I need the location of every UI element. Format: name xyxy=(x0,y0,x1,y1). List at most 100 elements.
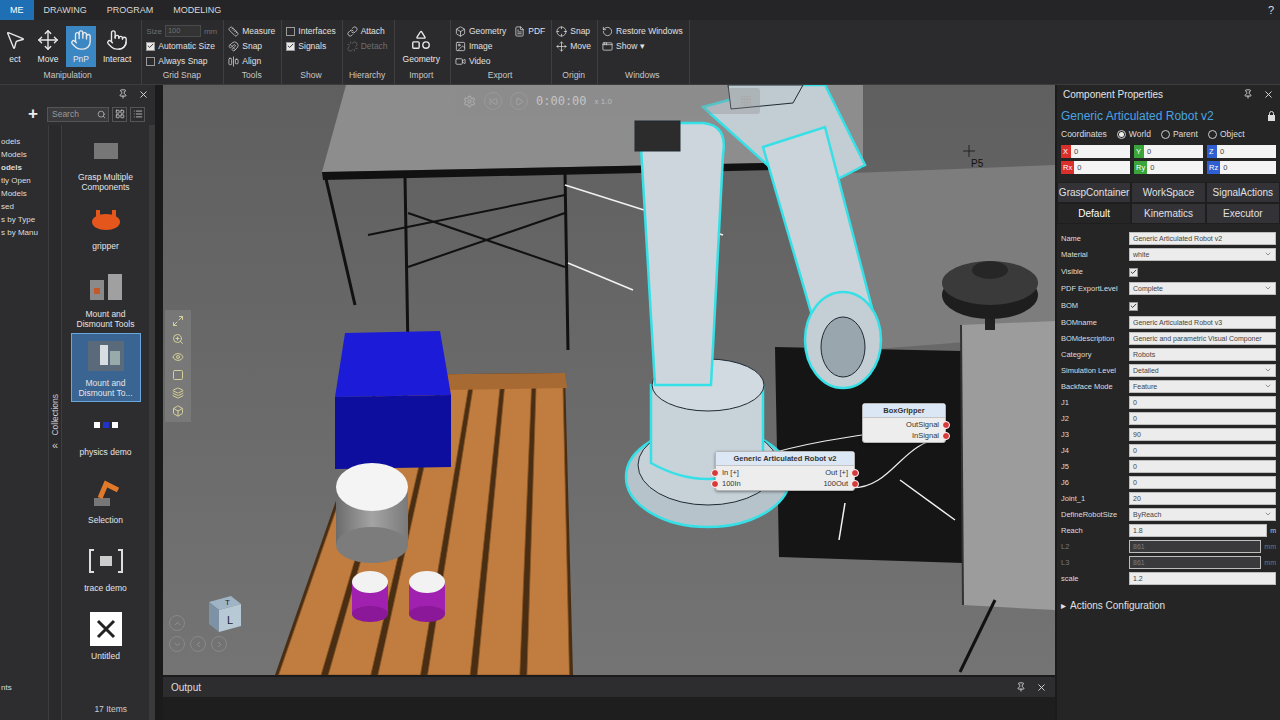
nav-left[interactable] xyxy=(190,636,206,652)
property-field[interactable]: 90 xyxy=(1129,428,1276,441)
ribbon-button[interactable]: PnP xyxy=(66,26,96,67)
ribbon-button[interactable]: Geometry xyxy=(399,26,444,67)
pallet[interactable] xyxy=(275,373,573,675)
coordinate-field[interactable]: Z0 xyxy=(1207,145,1276,158)
ribbon-small-button[interactable]: Restore Windows xyxy=(602,26,683,37)
output-pin[interactable]: OutSignal xyxy=(906,420,950,429)
coordinate-field[interactable]: Rx0 xyxy=(1061,161,1130,174)
ribbon-small-button[interactable]: Align xyxy=(228,56,275,67)
tree-item[interactable]: sed xyxy=(1,200,48,213)
blue-box[interactable] xyxy=(335,331,451,469)
property-tab[interactable]: WorkSpace xyxy=(1131,182,1205,203)
sim-speed[interactable]: x 1.0 xyxy=(595,97,612,106)
zoom-icon[interactable] xyxy=(172,333,184,345)
ribbon-tab[interactable]: PROGRAM xyxy=(97,0,164,20)
ribbon-small-button[interactable]: Move xyxy=(556,41,591,52)
property-field[interactable]: 0 xyxy=(1129,396,1276,409)
ribbon-tab[interactable]: ME xyxy=(0,0,34,20)
scene-3d[interactable]: P5 xyxy=(163,85,1055,675)
property-checkbox[interactable] xyxy=(1129,296,1276,314)
list-view-button[interactable] xyxy=(130,107,145,122)
output-pin[interactable]: Out [+] xyxy=(825,468,859,477)
frame-marker[interactable]: P5 xyxy=(963,145,984,169)
ribbon-button[interactable]: Interact xyxy=(99,26,135,67)
ribbon-small-button[interactable]: Attach xyxy=(347,26,388,37)
property-field[interactable]: 20 xyxy=(1129,492,1276,505)
ribbon-small-button[interactable]: Measure xyxy=(228,26,275,37)
property-tab[interactable]: Kinematics xyxy=(1131,203,1205,224)
property-select[interactable]: Feature xyxy=(1129,380,1276,393)
tree-item[interactable]: s by Manu xyxy=(1,226,48,239)
box-icon[interactable] xyxy=(172,369,184,381)
model-item[interactable]: gripper xyxy=(71,196,141,264)
property-field[interactable]: 0 xyxy=(1129,412,1276,425)
ribbon-small-button[interactable]: Video xyxy=(455,56,506,67)
fill-view-icon[interactable] xyxy=(172,315,184,327)
cube-icon[interactable] xyxy=(172,405,184,417)
model-item[interactable]: Mount and Dismount Tools xyxy=(71,264,141,333)
model-item[interactable]: Untitled xyxy=(71,606,141,674)
viewport[interactable]: P50:00:00x 1.0TLGeneric Articulated Robo… xyxy=(163,85,1055,675)
ribbon-small-button[interactable]: Snap xyxy=(556,26,591,37)
tree-item[interactable]: odels xyxy=(1,161,48,174)
input-pin[interactable]: In [+] xyxy=(711,468,739,477)
ribbon-small-button[interactable]: Show ▾ xyxy=(602,41,683,52)
play-button[interactable] xyxy=(510,92,528,110)
robot[interactable] xyxy=(626,85,881,527)
white-cylinder[interactable] xyxy=(336,463,408,563)
close-icon[interactable] xyxy=(1036,682,1047,693)
tree-item[interactable]: tly Open xyxy=(1,174,48,187)
signal-node[interactable]: BoxGripperOutSignalInSignal xyxy=(862,403,946,443)
layers-icon[interactable] xyxy=(172,387,184,399)
property-select[interactable]: ByReach xyxy=(1129,508,1276,521)
property-field[interactable]: 0 xyxy=(1129,460,1276,473)
property-field[interactable]: Robots xyxy=(1129,348,1276,361)
tree-item[interactable]: nts xyxy=(1,681,48,694)
nav-down[interactable] xyxy=(169,636,185,652)
ribbon-checkbox[interactable]: Interfaces xyxy=(286,26,335,36)
property-select[interactable]: Complete xyxy=(1129,282,1276,295)
add-button[interactable]: + xyxy=(22,104,44,124)
coordinate-radio[interactable]: World xyxy=(1117,129,1151,139)
scrollbar[interactable] xyxy=(149,125,155,720)
collections-tab[interactable]: Collections« xyxy=(48,125,62,720)
ribbon-button[interactable]: Move xyxy=(33,26,63,67)
search-field[interactable]: Search xyxy=(47,107,109,122)
nav-right[interactable] xyxy=(211,636,227,652)
output-pin[interactable]: InSignal xyxy=(912,431,950,440)
property-checkbox[interactable] xyxy=(1129,262,1276,280)
coordinate-field[interactable]: X0 xyxy=(1061,145,1130,158)
coordinate-field[interactable]: Rz0 xyxy=(1207,161,1276,174)
model-item[interactable]: Grasp Multiple Components xyxy=(71,127,141,196)
property-field[interactable]: 1.2 xyxy=(1129,572,1276,585)
pin-icon[interactable] xyxy=(1016,682,1026,692)
model-item[interactable]: physics demo xyxy=(71,402,141,470)
model-item[interactable]: Mount and Dismount To... xyxy=(71,333,141,402)
coordinate-radio[interactable]: Object xyxy=(1208,129,1245,139)
ribbon-small-button[interactable]: PDF xyxy=(514,26,545,37)
property-field[interactable]: Generic Articulated Robot v2 xyxy=(1129,232,1276,245)
pin-icon[interactable] xyxy=(1243,89,1253,99)
actions-section[interactable]: ▸Actions Configuration xyxy=(1057,586,1280,625)
ribbon-checkbox[interactable]: Signals xyxy=(286,41,335,51)
model-item[interactable]: trace demo xyxy=(71,538,141,606)
eye-icon[interactable] xyxy=(172,351,184,363)
ribbon-tab[interactable]: MODELING xyxy=(163,0,231,20)
tree-item[interactable]: Models xyxy=(1,148,48,161)
property-field[interactable]: Generic and parametric Visual Componer xyxy=(1129,332,1276,345)
disk-fixture[interactable] xyxy=(942,261,1038,330)
tree-item[interactable]: s by Type xyxy=(1,213,48,226)
coordinate-field[interactable]: Ry0 xyxy=(1134,161,1203,174)
lock-icon[interactable] xyxy=(1267,111,1276,121)
ribbon-checkbox[interactable]: Automatic Size xyxy=(146,41,217,51)
pin-icon[interactable] xyxy=(118,89,128,99)
property-select[interactable]: white xyxy=(1129,248,1276,261)
purple-cylinder[interactable] xyxy=(409,571,445,622)
property-field[interactable]: 1.8 xyxy=(1129,524,1267,537)
property-field[interactable]: Generic Articulated Robot v3 xyxy=(1129,316,1276,329)
property-tab[interactable]: Executor xyxy=(1206,203,1280,224)
ribbon-checkbox[interactable]: Always Snap xyxy=(146,56,217,66)
grid-view-button[interactable] xyxy=(112,107,127,122)
close-icon[interactable] xyxy=(1263,89,1274,100)
purple-cylinder[interactable] xyxy=(352,571,388,622)
